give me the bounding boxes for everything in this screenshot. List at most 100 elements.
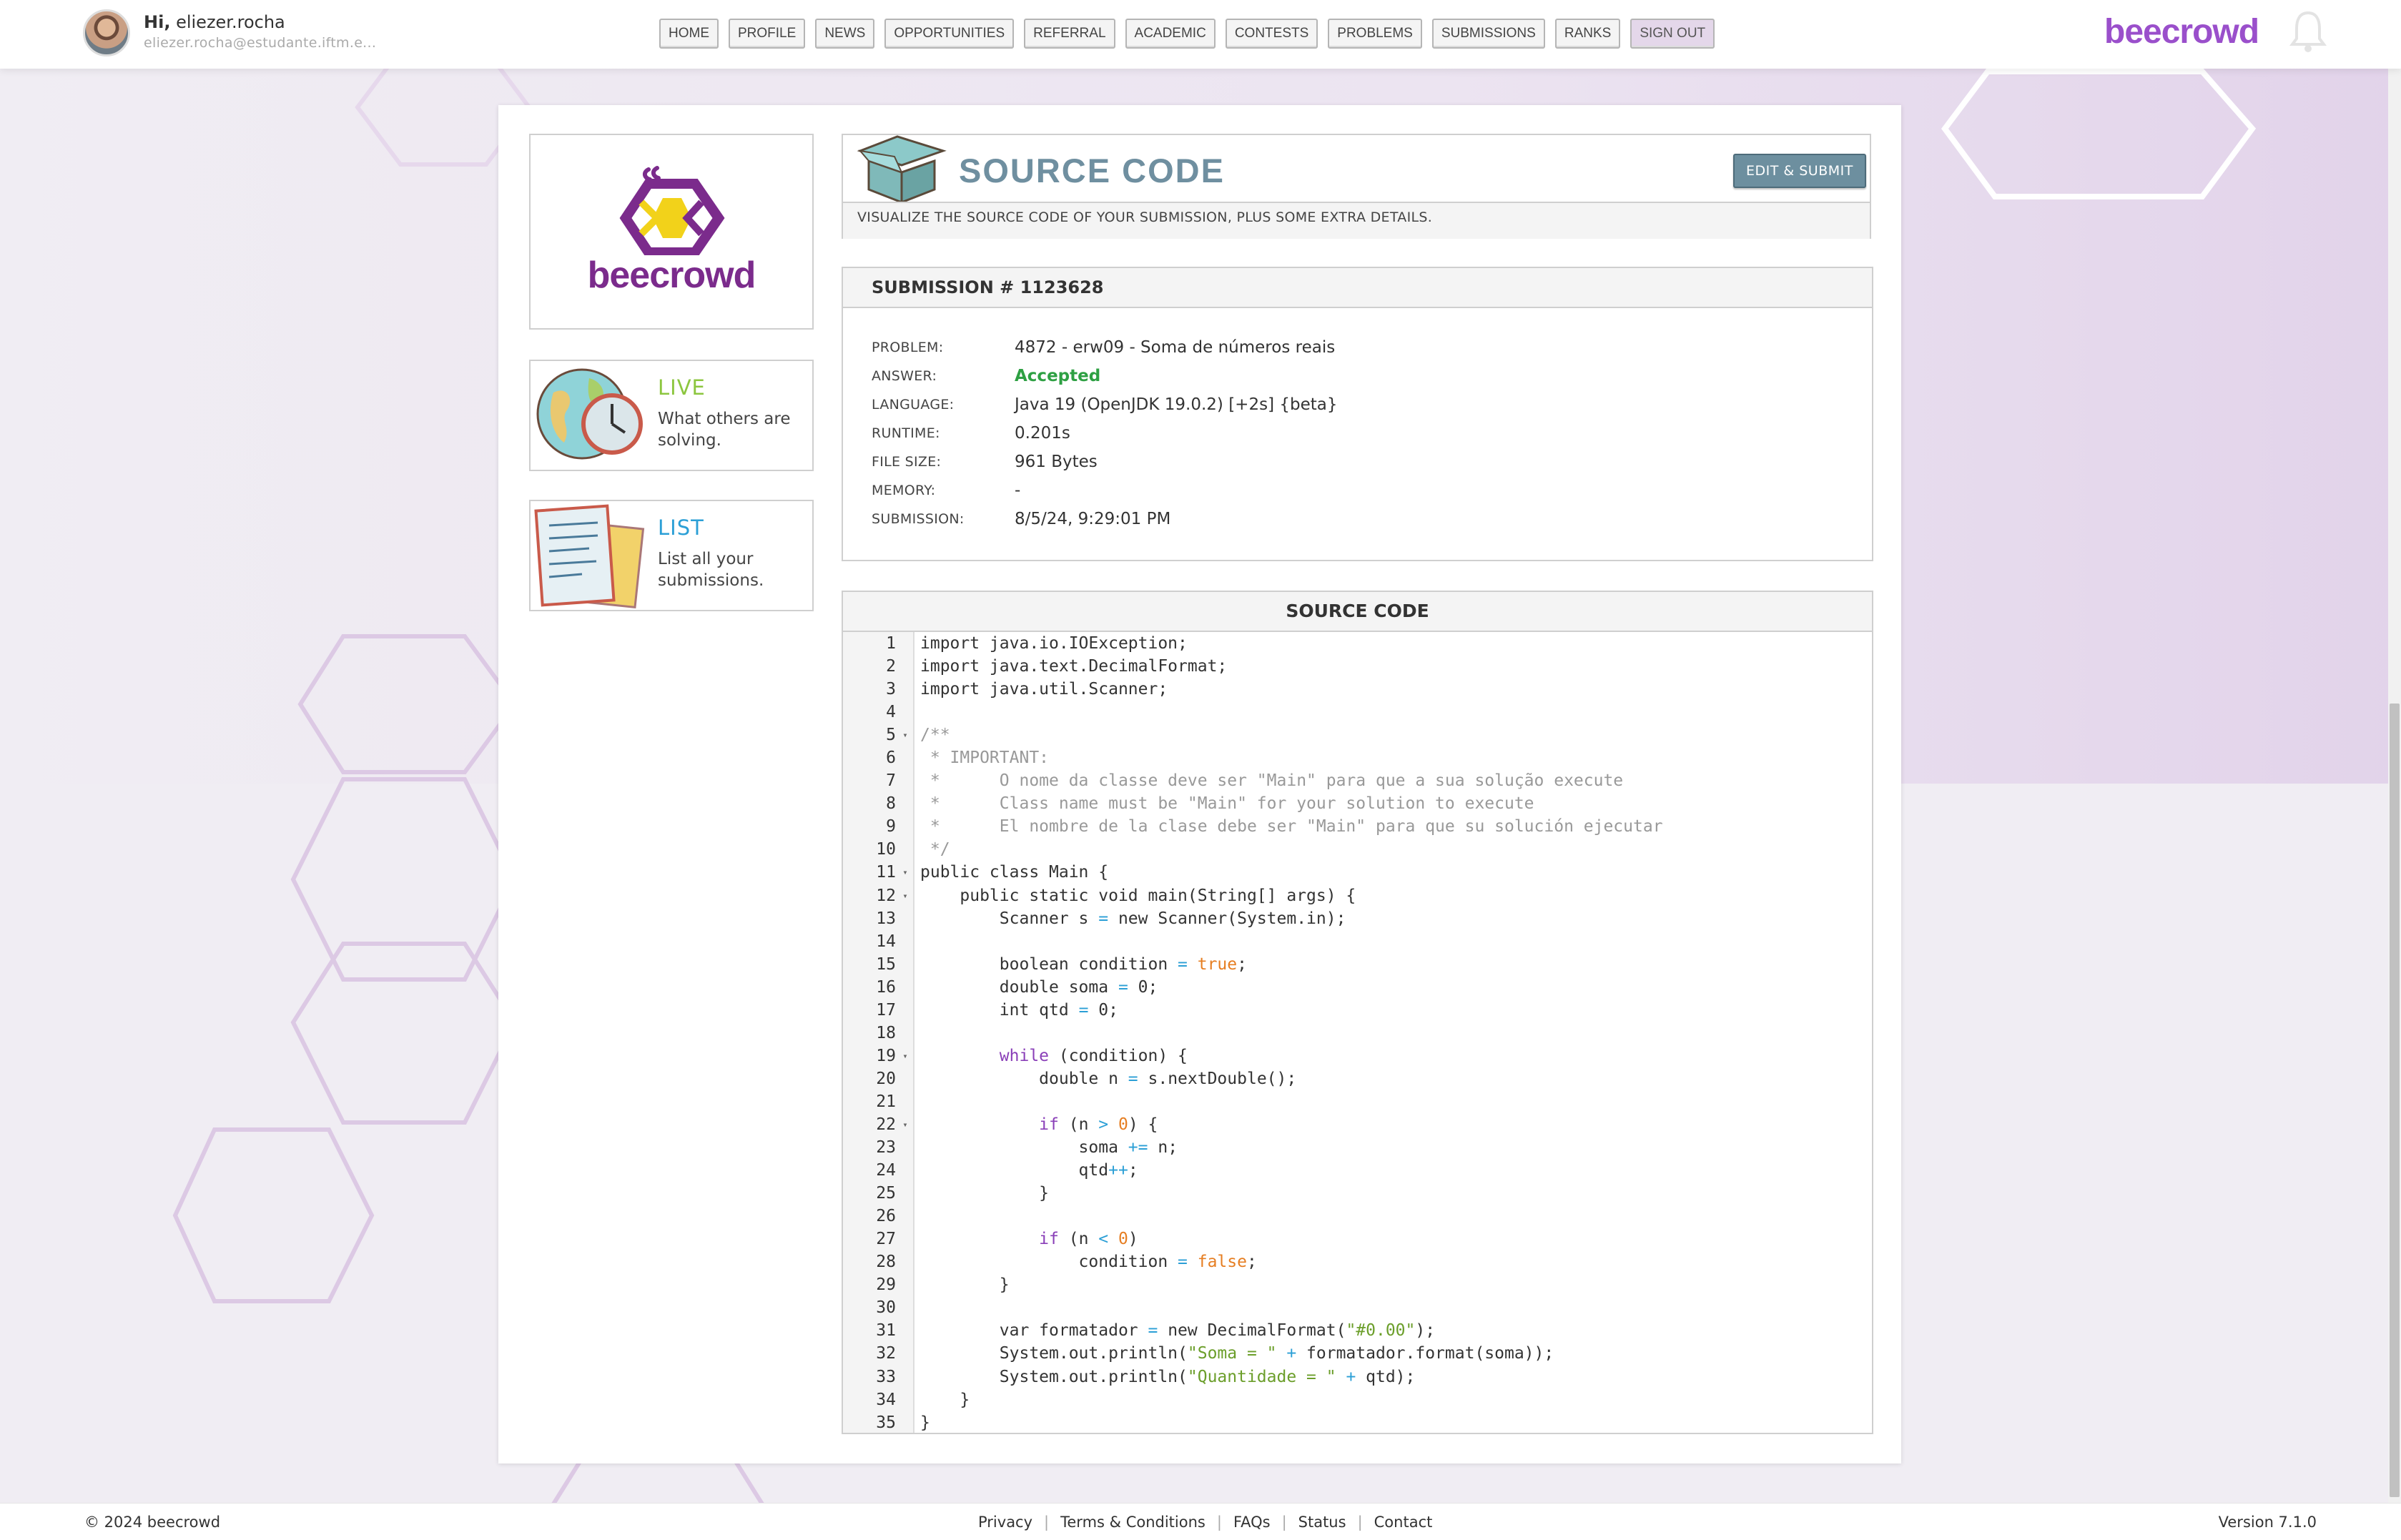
source-code-box: SOURCE CODE 1 import java.io.IOException;… xyxy=(842,591,1873,1434)
code-text: if (n > 0) { xyxy=(1039,1115,1158,1134)
code-text: public static void main(String[] args) { xyxy=(920,886,1356,905)
code-text: System.out.println("Soma = " + formatado… xyxy=(920,1344,1554,1363)
code-text: * Class name must be "Main" for your sol… xyxy=(920,794,1534,814)
code-text: /** xyxy=(920,726,950,745)
detail-value: 0.201s xyxy=(1015,424,1070,443)
nav-home-button[interactable]: HOME xyxy=(659,19,719,49)
live-description: What others are solving. xyxy=(658,410,791,450)
fold-toggle-icon[interactable]: ▾ xyxy=(896,867,914,877)
line-number: 28 xyxy=(876,1253,896,1272)
nav-profile-button[interactable]: PROFILE xyxy=(729,19,806,49)
detail-key: LANGUAGE: xyxy=(872,397,955,413)
bell-icon[interactable] xyxy=(2288,9,2328,54)
nav-submissions-button[interactable]: SUBMISSIONS xyxy=(1431,19,1545,49)
code-line: 35} xyxy=(843,1411,1872,1434)
detail-key: ANSWER: xyxy=(872,368,937,384)
fold-toggle-icon[interactable]: ▾ xyxy=(896,1120,914,1130)
code-line: 19 ▾ while (condition) { xyxy=(843,1045,1872,1067)
fold-toggle-icon[interactable]: ▾ xyxy=(896,730,914,740)
nav-problems-button[interactable]: PROBLEMS xyxy=(1328,19,1422,49)
problem-link[interactable]: 4872 - erw09 - Soma de números reais xyxy=(1015,338,1335,357)
code-text: condition = false; xyxy=(920,1253,1257,1272)
nav-ranks-button[interactable]: RANKS xyxy=(1554,19,1621,49)
nav-academic-button[interactable]: ACADEMIC xyxy=(1125,19,1216,49)
line-number: 29 xyxy=(876,1275,896,1295)
submission-heading: SUBMISSION # 1123628 xyxy=(843,268,1872,308)
detail-value: - xyxy=(1015,481,1021,500)
footer-link-status[interactable]: Status xyxy=(1298,1514,1346,1531)
nav-referral-button[interactable]: REFERRAL xyxy=(1024,19,1115,49)
code-text: import java.util.Scanner; xyxy=(920,680,1168,699)
code-text: } xyxy=(920,1390,970,1409)
line-number: 23 xyxy=(876,1138,896,1158)
code-line: 12 ▾ public static void main(String[] arg… xyxy=(843,884,1872,907)
code-line: 22 ▾ if (n > 0) { xyxy=(843,1113,1872,1136)
line-number: 1 xyxy=(886,634,896,653)
detail-row-language: LANGUAGE: Java 19 (OpenJDK 19.0.2) [+2s] … xyxy=(872,394,1337,415)
line-number: 11 xyxy=(876,863,896,882)
footer-link-faqs[interactable]: FAQs xyxy=(1233,1514,1271,1531)
detail-row-submission: SUBMISSION: 8/5/24, 9:29:01 PM xyxy=(872,508,1170,530)
fold-toggle-icon[interactable]: ▾ xyxy=(896,1051,914,1061)
sidebar-list-card[interactable]: LIST List all your submissions. xyxy=(529,500,814,611)
line-number: 7 xyxy=(886,771,896,791)
detail-row-answer: ANSWER: Accepted xyxy=(872,365,1100,387)
nav-opportunities-button[interactable]: OPPORTUNITIES xyxy=(884,19,1015,49)
line-number: 18 xyxy=(876,1023,896,1042)
code-line: 31 var formatador = new DecimalFormat("#… xyxy=(843,1319,1872,1342)
line-number: 22 xyxy=(876,1115,896,1134)
code-text: import java.io.IOException; xyxy=(920,634,1188,653)
footer-separator: | xyxy=(1357,1514,1363,1531)
footer-link-terms[interactable]: Terms & Conditions xyxy=(1060,1514,1206,1531)
code-text: int qtd = 0; xyxy=(920,1000,1118,1020)
version-label: Version 7.1.0 xyxy=(2218,1514,2317,1531)
fold-toggle-icon[interactable]: ▾ xyxy=(896,891,914,901)
code-line: 25 } xyxy=(843,1182,1872,1205)
code-text: * IMPORTANT: xyxy=(920,749,1050,768)
code-line: 34 } xyxy=(843,1388,1872,1411)
list-description: List all your submissions. xyxy=(658,550,764,590)
line-number: 16 xyxy=(876,977,896,997)
greeting: Hi, eliezer.rocha xyxy=(144,12,285,32)
sidebar-logo-text: beecrowd xyxy=(587,255,756,296)
footer: © 2024 beecrowd Privacy | Terms & Conditi… xyxy=(0,1503,2401,1540)
source-code-subtitle: VISUALIZE THE SOURCE CODE OF YOUR SUBMIS… xyxy=(857,209,1433,225)
line-number: 24 xyxy=(876,1161,896,1180)
edit-submit-button[interactable]: EDIT & SUBMIT xyxy=(1733,154,1866,188)
code-line: 23 soma += n; xyxy=(843,1136,1872,1159)
code-line: 26 xyxy=(843,1205,1872,1228)
code-line: 1 import java.io.IOException; xyxy=(843,632,1872,655)
code-text: */ xyxy=(920,840,950,859)
code-text: boolean condition = true; xyxy=(920,954,1247,974)
page-scrollbar-thumb[interactable] xyxy=(2390,704,2400,1497)
code-line: 32 System.out.println("Soma = " + format… xyxy=(843,1342,1872,1365)
code-text: } xyxy=(920,1275,1010,1295)
code-line: 8 * Class name must be "Main" for your s… xyxy=(843,792,1872,815)
detail-value: Java 19 (OpenJDK 19.0.2) [+2s] {beta} xyxy=(1015,395,1338,414)
nav-contests-button[interactable]: CONTESTS xyxy=(1225,19,1318,49)
sidebar-logo-box: beecrowd xyxy=(529,134,814,330)
line-number: 20 xyxy=(876,1069,896,1088)
avatar[interactable] xyxy=(83,9,130,56)
code-text: if (n < 0) xyxy=(1039,1230,1138,1249)
line-number: 6 xyxy=(886,749,896,768)
nav-news-button[interactable]: NEWS xyxy=(815,19,875,49)
sign-out-button[interactable]: SIGN OUT xyxy=(1630,19,1715,49)
line-number: 35 xyxy=(876,1413,896,1432)
greeting-prefix: Hi, xyxy=(144,12,171,32)
code-line: 33 System.out.println("Quantidade = " + … xyxy=(843,1366,1872,1388)
footer-link-privacy[interactable]: Privacy xyxy=(978,1514,1032,1531)
main-nav: HOME PROFILE NEWS OPPORTUNITIES REFERRAL… xyxy=(659,19,1725,49)
code-editor[interactable]: 1 import java.io.IOException; 2 import java… xyxy=(843,632,1872,1434)
sidebar-live-card[interactable]: LIVE What others are solving. xyxy=(529,360,814,471)
open-box-icon xyxy=(857,135,947,203)
line-number: 13 xyxy=(876,909,896,928)
code-line: 24 qtd++; xyxy=(843,1159,1872,1182)
brand-logo[interactable]: beecrowd xyxy=(2104,12,2259,51)
globe-clock-icon xyxy=(536,368,643,460)
code-text: qtd++; xyxy=(920,1161,1138,1180)
footer-link-contact[interactable]: Contact xyxy=(1374,1514,1433,1531)
user-email: eliezer.rocha@estudante.iftm.e... xyxy=(144,35,377,51)
line-number: 30 xyxy=(876,1298,896,1318)
line-number: 14 xyxy=(876,932,896,951)
